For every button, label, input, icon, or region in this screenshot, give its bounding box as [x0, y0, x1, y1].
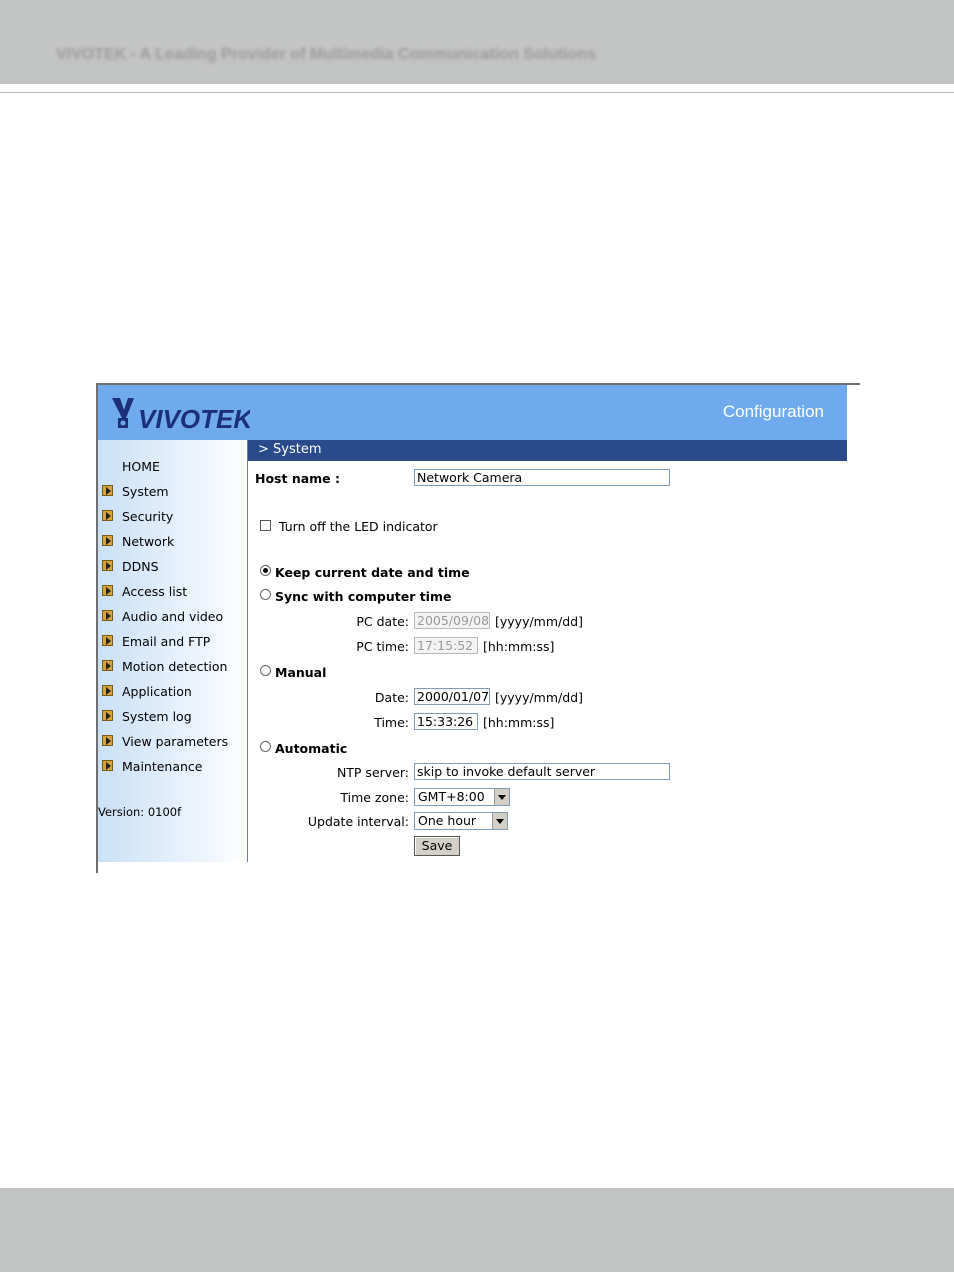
automatic-label: Automatic [275, 741, 348, 756]
sidebar-item-label: System log [122, 708, 192, 724]
led-checkbox[interactable] [260, 520, 271, 531]
time-format: [hh:mm:ss] [483, 715, 555, 730]
sidebar-item-label: Email and FTP [122, 633, 211, 649]
sidebar-item-label: System [122, 483, 169, 499]
sidebar-item-label: DDNS [122, 558, 159, 574]
time-zone-label: Time zone: [340, 790, 409, 805]
sidebar-item-label: Application [122, 683, 192, 699]
arrow-right-icon [102, 735, 113, 746]
date-label: Date: [374, 690, 409, 705]
sidebar-item-ddns[interactable]: DDNS [98, 556, 248, 576]
save-button[interactable]: Save [414, 836, 460, 856]
time-label: Time: [374, 715, 409, 730]
sidebar-item-access-list[interactable]: Access list [98, 581, 248, 601]
arrow-right-icon [102, 760, 113, 771]
update-interval-select[interactable]: One hour [414, 812, 508, 830]
time-zone-value: GMT+8:00 [418, 789, 485, 804]
sidebar-item-system[interactable]: System [98, 481, 248, 501]
arrow-right-icon [102, 535, 113, 546]
page-footer-band [0, 1188, 954, 1272]
pc-date-label: PC date: [356, 614, 409, 629]
sidebar: HOME System Security Network DDNS Access… [98, 440, 248, 862]
sidebar-item-maintenance[interactable]: Maintenance [98, 756, 248, 776]
date-format: [yyyy/mm/dd] [495, 690, 583, 705]
host-name-input[interactable]: Network Camera [414, 469, 670, 486]
led-label: Turn off the LED indicator [279, 519, 438, 534]
page-header-band: VIVOTEK - A Leading Provider of Multimed… [0, 0, 954, 84]
arrow-right-icon [102, 485, 113, 496]
sidebar-item-motion-detection[interactable]: Motion detection [98, 656, 248, 676]
chevron-down-icon[interactable] [494, 789, 509, 805]
section-title-bar: > System [248, 440, 847, 461]
ntp-server-input[interactable]: skip to invoke default server [414, 763, 670, 780]
arrow-right-icon [102, 660, 113, 671]
sidebar-item-email-ftp[interactable]: Email and FTP [98, 631, 248, 651]
time-zone-select[interactable]: GMT+8:00 [414, 788, 510, 806]
version-label: Version: 0100f [98, 805, 182, 819]
arrow-right-icon [102, 710, 113, 721]
sync-time-radio[interactable] [260, 589, 271, 600]
manual-radio[interactable] [260, 665, 271, 676]
vivotek-logo: VIVOTEK [112, 398, 250, 432]
sidebar-item-label: Motion detection [122, 658, 228, 674]
sidebar-item-view-parameters[interactable]: View parameters [98, 731, 248, 751]
date-input[interactable]: 2000/01/07 [414, 688, 490, 705]
pc-time-format: [hh:mm:ss] [483, 639, 555, 654]
update-interval-value: One hour [418, 813, 477, 828]
sidebar-item-label: HOME [122, 458, 160, 474]
ntp-server-label: NTP server: [336, 765, 409, 780]
pc-time-label: PC time: [356, 639, 409, 654]
sidebar-item-system-log[interactable]: System log [98, 706, 248, 726]
host-name-label: Host name : [255, 471, 341, 486]
page-header-tagline: VIVOTEK - A Leading Provider of Multimed… [56, 46, 597, 63]
chevron-down-icon[interactable] [492, 813, 507, 829]
sidebar-item-label: Maintenance [122, 758, 203, 774]
sidebar-divider [247, 440, 248, 862]
sidebar-item-label: Security [122, 508, 174, 524]
arrow-right-icon [102, 510, 113, 521]
sidebar-item-network[interactable]: Network [98, 531, 248, 551]
pc-date-field: 2005/09/08 [414, 612, 490, 629]
arrow-right-icon [102, 610, 113, 621]
update-interval-label: Update interval: [307, 814, 409, 829]
arrow-right-icon [102, 685, 113, 696]
sidebar-item-audio-video[interactable]: Audio and video [98, 606, 248, 626]
arrow-right-icon [102, 585, 113, 596]
sidebar-item-label: Access list [122, 583, 188, 599]
automatic-radio[interactable] [260, 741, 271, 752]
app-title: Configuration [722, 402, 824, 421]
header-divider [0, 92, 954, 93]
sidebar-item-label: Audio and video [122, 608, 224, 624]
sidebar-item-label: Network [122, 533, 175, 549]
time-input[interactable]: 15:33:26 [414, 713, 478, 730]
logo-text: VIVOTEK [138, 404, 250, 432]
section-title: > System [258, 442, 322, 457]
sidebar-item-application[interactable]: Application [98, 681, 248, 701]
sidebar-item-security[interactable]: Security [98, 506, 248, 526]
keep-time-radio[interactable] [260, 565, 271, 576]
pc-date-format: [yyyy/mm/dd] [495, 614, 583, 629]
pc-time-field: 17:15:52 [414, 637, 478, 654]
sync-time-label: Sync with computer time [275, 589, 452, 604]
arrow-right-icon [102, 635, 113, 646]
sidebar-item-home[interactable]: HOME [98, 456, 248, 476]
keep-time-label: Keep current date and time [275, 565, 470, 580]
manual-label: Manual [275, 665, 327, 680]
sidebar-item-label: View parameters [122, 733, 229, 749]
arrow-right-icon [102, 560, 113, 571]
